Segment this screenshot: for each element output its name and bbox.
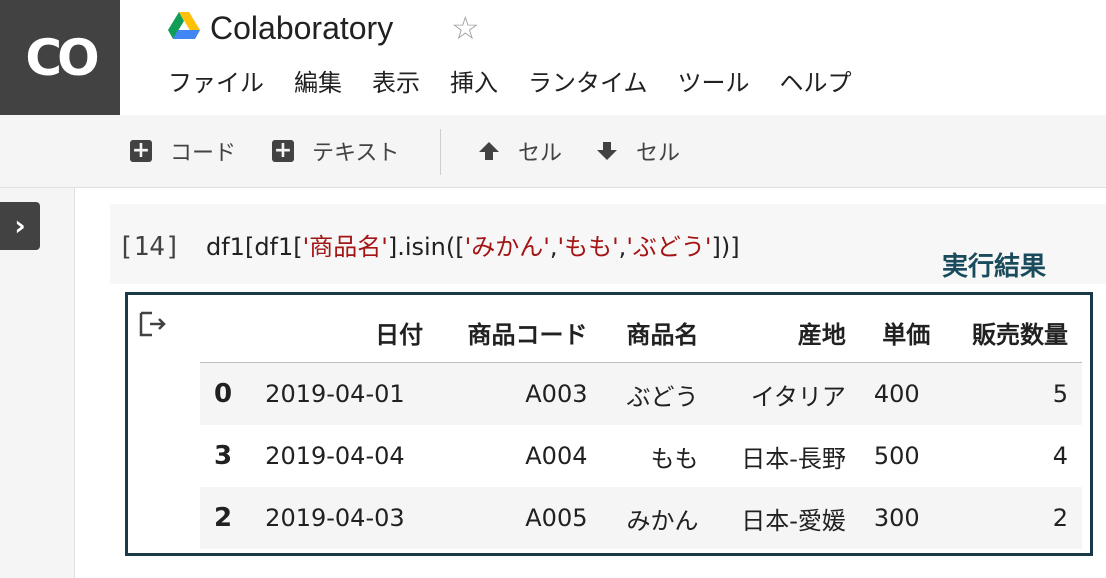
table-cell: 300 bbox=[873, 504, 920, 532]
plus-icon: + bbox=[272, 138, 294, 163]
table-cell: 4 bbox=[1052, 442, 1068, 470]
code-string: '商品名' bbox=[302, 233, 388, 261]
google-drive-icon[interactable] bbox=[168, 12, 200, 40]
menu-help[interactable]: ヘルプ bbox=[780, 66, 852, 100]
move-cell-up-label: セル bbox=[518, 141, 563, 166]
move-cell-up-button[interactable]: セル bbox=[478, 135, 562, 167]
row-index: 0 bbox=[214, 379, 233, 409]
column-header: 日付 bbox=[251, 302, 438, 363]
table-cell: 400 bbox=[873, 380, 920, 408]
column-header: 単価 bbox=[859, 302, 945, 363]
table-cell: 2019-04-04 bbox=[265, 442, 405, 470]
code-string: 'もも' bbox=[557, 233, 619, 261]
menu-file[interactable]: ファイル bbox=[168, 66, 264, 100]
toolbar-divider bbox=[440, 129, 441, 175]
menu-edit[interactable]: 編集 bbox=[294, 66, 342, 100]
table-row: 0 2019-04-01 A003 ぶどう イタリア 400 5 bbox=[200, 362, 1082, 425]
toolbar: + コード + テキスト セル セル bbox=[0, 115, 1106, 188]
table-cell: ぶどう bbox=[626, 382, 699, 411]
table-cell: もも bbox=[650, 444, 699, 473]
row-index: 3 bbox=[214, 441, 233, 471]
output-arrow-icon[interactable] bbox=[138, 310, 168, 338]
plus-icon: + bbox=[130, 138, 152, 163]
arrow-up-icon bbox=[479, 142, 499, 160]
execution-count: [14] bbox=[118, 232, 181, 262]
menu-view[interactable]: 表示 bbox=[372, 66, 420, 100]
code-editor[interactable]: df1[df1['商品名'].isin(['みかん','もも','ぶどう'])] bbox=[206, 230, 740, 264]
row-index: 2 bbox=[214, 503, 233, 533]
column-header: 産地 bbox=[712, 302, 860, 363]
column-header: 商品コード bbox=[437, 302, 602, 363]
move-cell-down-button[interactable]: セル bbox=[596, 135, 680, 167]
menu-bar: ファイル 編集 表示 挿入 ランタイム ツール ヘルプ bbox=[168, 66, 852, 100]
table-cell: A004 bbox=[525, 442, 588, 470]
colab-logo[interactable]: CO bbox=[0, 0, 120, 115]
index-header bbox=[200, 302, 252, 363]
table-cell: 日本-長野 bbox=[741, 444, 846, 473]
menu-runtime[interactable]: ランタイム bbox=[528, 66, 648, 100]
table-cell: 2019-04-03 bbox=[265, 504, 405, 532]
star-icon[interactable]: ☆ bbox=[451, 6, 480, 50]
add-text-button[interactable]: + テキスト bbox=[272, 135, 399, 167]
menu-tools[interactable]: ツール bbox=[678, 66, 750, 100]
code-token: ])] bbox=[711, 233, 740, 261]
dataframe-table: 日付 商品コード 商品名 産地 単価 販売数量 0 2019-04-01 A00… bbox=[200, 302, 1082, 549]
add-text-label: テキスト bbox=[312, 141, 400, 166]
table-cell: 500 bbox=[873, 442, 920, 470]
table-cell: A005 bbox=[525, 504, 588, 532]
arrow-down-icon bbox=[597, 142, 617, 160]
add-code-button[interactable]: + コード bbox=[130, 135, 236, 167]
table-header-row: 日付 商品コード 商品名 産地 単価 販売数量 bbox=[200, 302, 1082, 363]
table-cell: 2019-04-01 bbox=[265, 380, 405, 408]
table-cell: みかん bbox=[626, 506, 699, 535]
code-string: 'ぶどう' bbox=[626, 233, 712, 261]
header: Colaboratory ☆ ファイル 編集 表示 挿入 ランタイム ツール ヘ… bbox=[120, 0, 1106, 115]
column-header: 商品名 bbox=[601, 302, 713, 363]
table-cell: 日本-愛媛 bbox=[741, 506, 846, 535]
add-code-label: コード bbox=[170, 141, 237, 166]
table-cell: イタリア bbox=[750, 382, 846, 411]
column-header: 販売数量 bbox=[944, 302, 1082, 363]
code-token: ].isin([ bbox=[387, 233, 465, 261]
logo-text: CO bbox=[25, 28, 99, 87]
chevron-right-icon: › bbox=[14, 209, 26, 242]
annotation-label: 実行結果 bbox=[942, 252, 1047, 282]
table-cell: 5 bbox=[1052, 380, 1068, 408]
code-string: 'みかん' bbox=[464, 233, 550, 261]
table-cell: A003 bbox=[525, 380, 588, 408]
table-cell: 2 bbox=[1052, 504, 1068, 532]
sidebar-toggle-button[interactable]: › bbox=[0, 202, 40, 250]
menu-insert[interactable]: 挿入 bbox=[450, 66, 498, 100]
table-row: 3 2019-04-04 A004 もも 日本-長野 500 4 bbox=[200, 425, 1082, 487]
move-cell-down-label: セル bbox=[636, 141, 681, 166]
table-row: 2 2019-04-03 A005 みかん 日本-愛媛 300 2 bbox=[200, 487, 1082, 549]
code-token: df1[df1[ bbox=[206, 233, 303, 261]
app-title: Colaboratory bbox=[210, 10, 394, 46]
